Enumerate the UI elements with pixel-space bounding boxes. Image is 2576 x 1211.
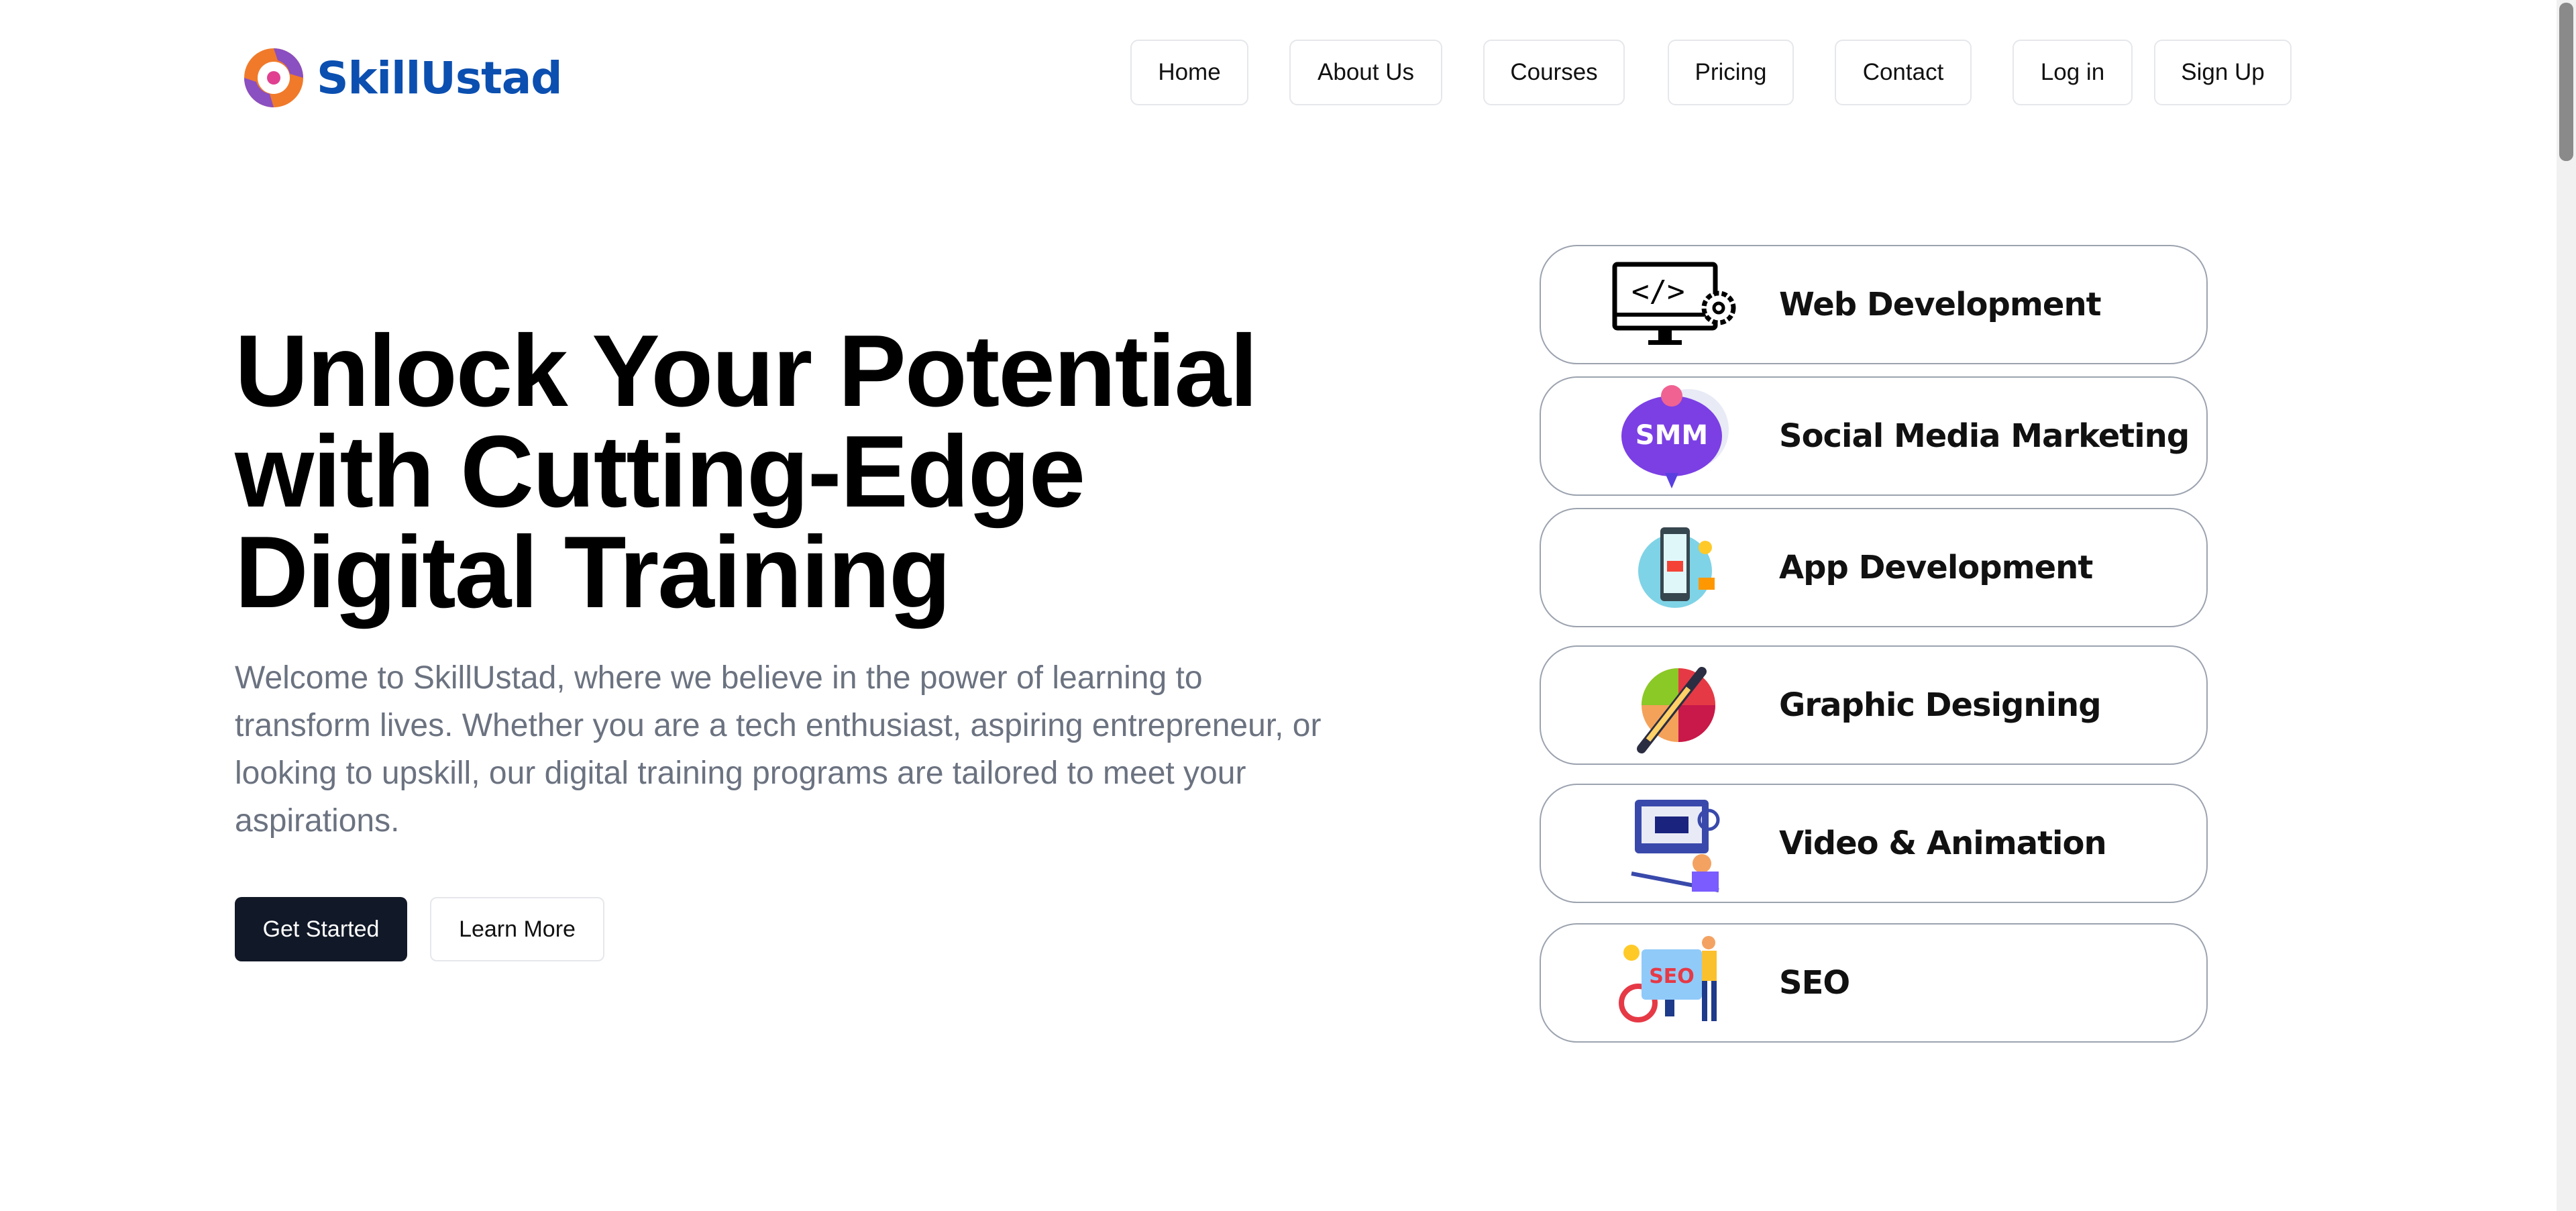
scrollbar-track[interactable] [2557, 0, 2576, 1211]
scrollbar-thumb[interactable] [2559, 3, 2573, 161]
course-label: Web Development [1779, 286, 2102, 323]
learn-more-button[interactable]: Learn More [430, 897, 604, 961]
mobile-app-icon [1611, 511, 1739, 625]
signup-button[interactable]: Sign Up [2154, 40, 2292, 105]
smm-bubble-icon: SMM [1611, 379, 1739, 493]
logo-icon [244, 48, 303, 107]
course-label: Video & Animation [1779, 825, 2107, 862]
course-card-app-development[interactable]: App Development [1540, 508, 2208, 627]
nav-pricing[interactable]: Pricing [1668, 40, 1794, 105]
course-label: Social Media Marketing [1779, 417, 2190, 455]
svg-text:SMM: SMM [1635, 420, 1708, 451]
svg-text:SEO: SEO [1649, 965, 1695, 988]
video-editing-icon [1611, 786, 1739, 900]
course-card-seo[interactable]: SEO SEO [1540, 923, 2208, 1043]
course-card-graphic-designing[interactable]: Graphic Designing [1540, 645, 2208, 765]
brand-logo[interactable]: SkillUstad [243, 47, 563, 109]
course-card-video-animation[interactable]: Video & Animation [1540, 784, 2208, 903]
course-card-web-development[interactable]: </> Web Development [1540, 245, 2208, 364]
seo-icon: SEO [1611, 926, 1739, 1040]
color-wheel-pen-icon [1611, 648, 1739, 762]
nav-home[interactable]: Home [1130, 40, 1248, 105]
monitor-code-gear-icon: </> [1611, 248, 1739, 362]
course-label: App Development [1779, 549, 2093, 586]
get-started-button[interactable]: Get Started [235, 897, 407, 961]
hero-title: Unlock Your Potential with Cutting-Edge … [235, 314, 1258, 629]
brand-name: SkillUstad [317, 52, 563, 104]
hero-description: Welcome to SkillUstad, where we believe … [235, 660, 1322, 839]
svg-text:</>: </> [1631, 274, 1684, 309]
course-label: Graphic Designing [1779, 686, 2102, 724]
nav-courses[interactable]: Courses [1483, 40, 1625, 105]
course-card-social-media-marketing[interactable]: SMM Social Media Marketing [1540, 376, 2208, 496]
course-label: SEO [1779, 964, 1850, 1002]
nav-about-us[interactable]: About Us [1289, 40, 1442, 105]
login-button[interactable]: Log in [2012, 40, 2133, 105]
nav-contact[interactable]: Contact [1835, 40, 1972, 105]
